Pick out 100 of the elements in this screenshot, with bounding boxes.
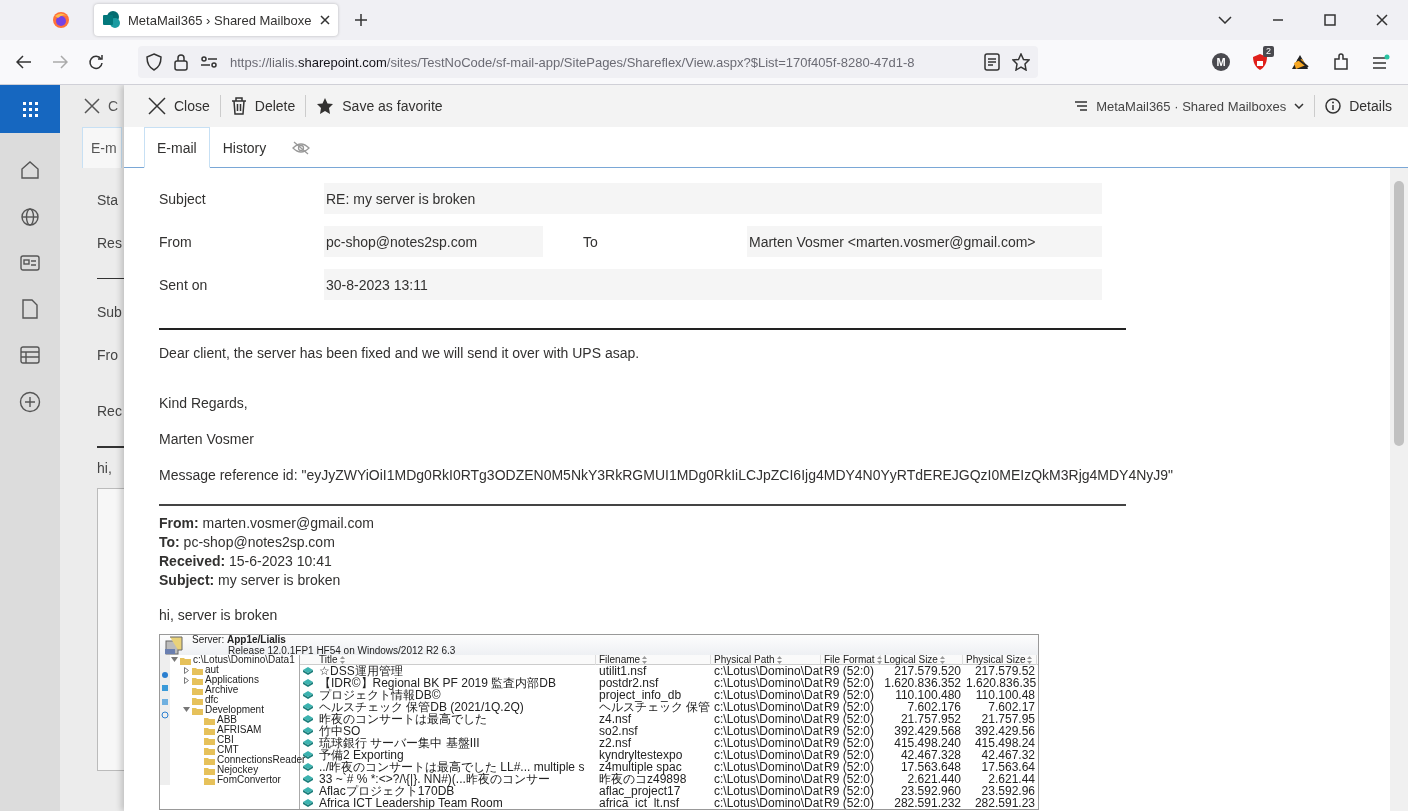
table-cell-text: ヘルスチェック 保管DB (2021/1Q.2Q)	[318, 701, 525, 713]
collapsed-arrow-icon[interactable]	[183, 666, 189, 674]
tree-item[interactable]: CBI	[217, 735, 234, 745]
header-line: Received: 15-6-2023 10:41	[159, 552, 333, 571]
tree-item[interactable]: ABB	[217, 715, 237, 725]
news-icon[interactable]	[20, 254, 40, 272]
table-cell-text: 282.591.23	[973, 797, 1036, 809]
chevron-down-icon[interactable]	[1218, 16, 1232, 24]
info-icon	[1325, 98, 1342, 114]
table-cell-text: africa_ict_lt.nsf	[598, 797, 681, 809]
maximize-icon[interactable]	[1324, 14, 1336, 26]
lock-icon[interactable]	[174, 53, 188, 71]
table-cell-text: 21.757.95	[980, 713, 1036, 725]
database-icon	[303, 715, 313, 723]
folder-icon	[204, 775, 215, 785]
table-cell-text: プロジェクト情報DB©	[318, 689, 442, 701]
sort-icon	[876, 656, 882, 664]
count-badge: 2	[1263, 46, 1274, 57]
table-cell-text: 282.591.232	[893, 797, 962, 809]
list-icon[interactable]	[20, 346, 40, 364]
tree-item[interactable]: ConnectionsReader	[217, 755, 306, 765]
delete-button[interactable]: Delete	[224, 90, 302, 122]
tree-item[interactable]: dfc	[205, 695, 219, 705]
table-cell-text: z4.nsf	[598, 713, 632, 725]
expanded-arrow-icon[interactable]	[182, 707, 190, 713]
globe-icon[interactable]	[20, 207, 40, 227]
tree-item[interactable]: c:\Lotus\Domino\Data1	[193, 655, 295, 665]
breadcrumb-dropdown[interactable]: MetaMail365 · Shared Mailboxes	[1068, 90, 1311, 122]
field-value: RE: my server is broken	[324, 183, 1102, 214]
shield-extension-icon[interactable]	[1252, 53, 1268, 71]
table-cell-text: c:\Lotus\Domino\Dat	[713, 797, 821, 809]
table-cell-text: 110.100.48	[974, 689, 1036, 701]
field-value: Marten Vosmer <marten.vosmer@gmail.com>	[747, 226, 1102, 257]
column-header[interactable]: Filename	[596, 655, 711, 665]
tree-item[interactable]: Archive	[205, 685, 239, 695]
close-button[interactable]: C	[82, 90, 121, 122]
table-cell-text: 23.592.960	[899, 785, 962, 797]
expanded-arrow-icon[interactable]	[170, 657, 178, 663]
app-grid-icon[interactable]	[22, 101, 38, 117]
bookmark-star-icon[interactable]	[1012, 53, 1030, 71]
database-icon	[303, 727, 313, 735]
column-header[interactable]: Physical Path	[711, 655, 821, 665]
table-cell-text: c:\Lotus\Domino\Dat	[713, 761, 821, 773]
column-header[interactable]: Physical Size	[963, 655, 1037, 665]
filter-lines-icon	[1074, 101, 1089, 111]
details-button[interactable]: Details	[1319, 90, 1398, 122]
new-tab-icon[interactable]	[353, 13, 368, 27]
tree-item[interactable]: Applications	[205, 675, 259, 685]
tab[interactable]: E-m	[82, 127, 122, 168]
table-cell-text: 21.757.952	[899, 713, 962, 725]
home-icon[interactable]	[20, 160, 40, 180]
database-icon	[303, 739, 313, 747]
server-label: Server:	[192, 634, 225, 645]
table-cell-text: 217.579.52	[974, 665, 1036, 677]
sort-icon	[339, 656, 345, 664]
folder-icon	[204, 745, 215, 755]
tree-item[interactable]: aut	[205, 665, 219, 675]
tab[interactable]: E-mail	[144, 127, 210, 168]
add-icon[interactable]	[19, 391, 41, 413]
reader-view-icon[interactable]	[984, 53, 1000, 71]
column-header[interactable]: Title	[316, 655, 596, 665]
scrollbar[interactable]	[1390, 168, 1408, 811]
back-icon[interactable]	[16, 55, 32, 69]
tree-item[interactable]: Development	[205, 705, 264, 715]
browser-tab[interactable]: MetaMail365 › Shared Mailboxe	[94, 4, 338, 36]
account-avatar[interactable]: M	[1212, 53, 1230, 71]
permissions-icon[interactable]	[200, 56, 218, 68]
table-cell-text: 23.592.96	[980, 785, 1036, 797]
column-header[interactable]: File Format	[821, 655, 881, 665]
table-cell-text: 17.563.648	[899, 761, 962, 773]
close-button[interactable]: Close	[142, 90, 216, 122]
close-icon[interactable]	[1376, 14, 1388, 26]
table-cell-text: c:\Lotus\Domino\Dat	[713, 713, 821, 725]
tree-item[interactable]: FomConvertor	[217, 775, 281, 785]
tree-item[interactable]: Nejockey	[217, 765, 259, 775]
database-icon	[303, 751, 313, 759]
table-cell-text: project_info_db	[598, 689, 683, 701]
folder-icon	[204, 735, 215, 745]
folder-icon	[192, 685, 203, 695]
table-cell-text: 1.620.836.352	[883, 677, 962, 689]
extension-icon[interactable]	[1290, 53, 1310, 71]
table-cell-text: 217.579.520	[894, 665, 962, 677]
close-icon[interactable]	[319, 15, 330, 25]
tree-item[interactable]: CMT	[217, 745, 239, 755]
puzzle-icon[interactable]	[1332, 53, 1350, 71]
collapsed-arrow-icon[interactable]	[183, 676, 189, 684]
app-launcher[interactable]	[0, 85, 60, 133]
reload-icon[interactable]	[88, 54, 104, 70]
favorite-button[interactable]: Save as favorite	[310, 90, 449, 122]
column-header[interactable]: Logical Size	[881, 655, 963, 665]
folder-icon	[204, 755, 215, 765]
field-value: 30-8-2023 13:11	[324, 269, 1102, 300]
document-icon[interactable]	[22, 299, 38, 319]
shield-icon[interactable]	[146, 53, 162, 71]
tree-item[interactable]: AFRISAM	[217, 725, 262, 735]
sort-icon	[776, 656, 782, 664]
browser-logo-icon[interactable]	[52, 11, 70, 29]
tab[interactable]: History	[209, 127, 280, 168]
field-label: To	[583, 233, 599, 250]
menu-icon[interactable]	[1372, 54, 1390, 70]
